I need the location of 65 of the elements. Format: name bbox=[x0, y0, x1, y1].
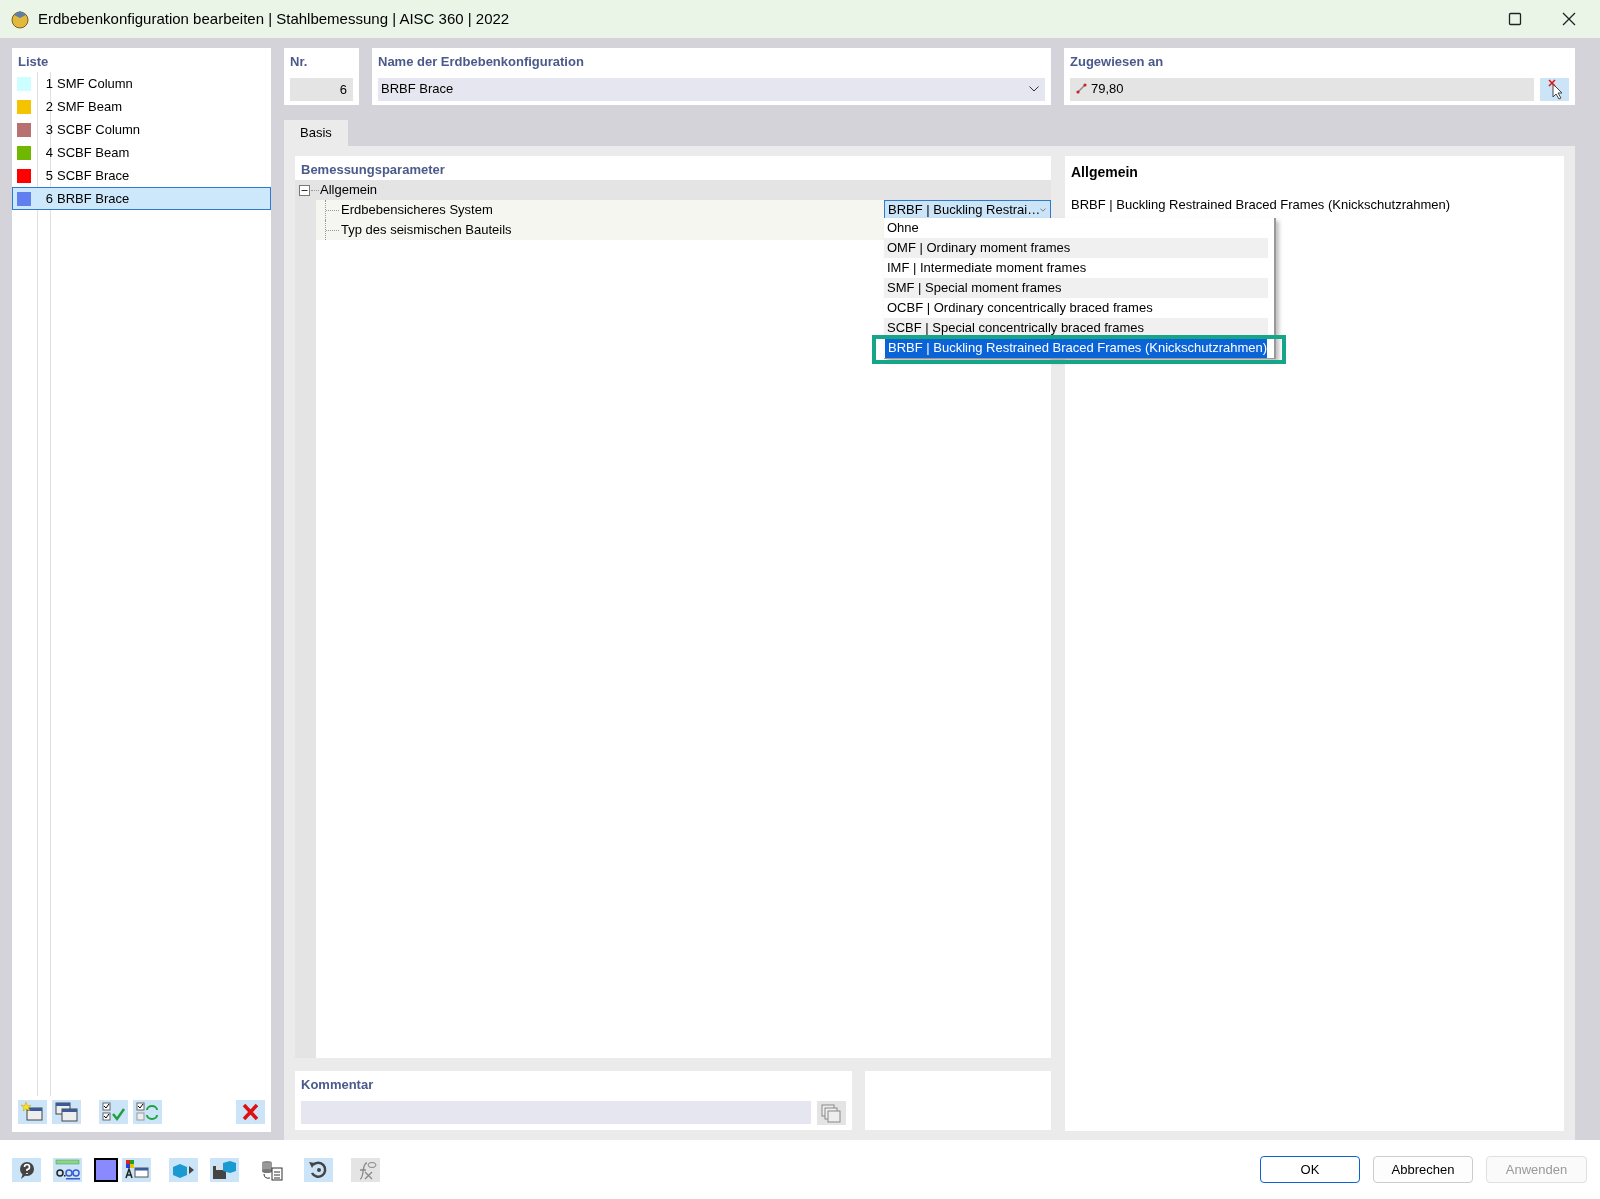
dropdown-option[interactable]: SCBF | Special concentrically braced frames bbox=[884, 318, 1269, 338]
list-item[interactable]: 1 SMF Column bbox=[12, 72, 271, 95]
item-label: SMF Beam bbox=[57, 97, 122, 116]
new-window-icon[interactable] bbox=[18, 1100, 47, 1124]
info-text: BRBF | Buckling Restrained Braced Frames (Knickschutzrahmen) bbox=[1071, 196, 1451, 214]
reset-icon[interactable] bbox=[304, 1157, 333, 1182]
window-title: Erdbebenkonfiguration bearbeiten | Stahlbemessung | AISC 360 | 2022 bbox=[38, 8, 510, 29]
item-label: SCBF Brace bbox=[57, 166, 130, 185]
parameter-label: Typ des seismischen Bauteils bbox=[341, 221, 512, 240]
help-icon[interactable] bbox=[12, 1157, 41, 1182]
formula-icon[interactable] bbox=[351, 1157, 380, 1182]
list-item[interactable]: 3 SCBF Column bbox=[12, 118, 271, 141]
list-item[interactable]: 2 SMF Beam bbox=[12, 95, 271, 118]
chevron-down-icon bbox=[1029, 86, 1039, 92]
item-label: SCBF Beam bbox=[57, 143, 130, 162]
item-label: SMF Column bbox=[57, 74, 133, 93]
chevron-down-icon bbox=[1040, 207, 1046, 213]
dropdown-option[interactable]: SMF | Special moment frames bbox=[884, 278, 1269, 298]
app-icon bbox=[10, 9, 30, 29]
dropdown-option[interactable]: Ohne bbox=[884, 218, 1269, 238]
group-label: Allgemein bbox=[320, 181, 378, 200]
copy-icon[interactable] bbox=[817, 1100, 846, 1125]
color-text-icon[interactable] bbox=[122, 1157, 151, 1182]
dropdown-option[interactable]: BRBF | Buckling Restrained Braced Frames (Knickschutzrahmen) bbox=[885, 338, 1268, 358]
dialog-button[interactable]: OK bbox=[1260, 1156, 1360, 1183]
color-swatch[interactable] bbox=[94, 1157, 118, 1182]
item-label: BRBF Brace bbox=[57, 189, 130, 208]
number-field[interactable]: 6 bbox=[290, 77, 353, 101]
name-dropdown[interactable]: BRBF Brace bbox=[378, 77, 1045, 101]
item-number: 2 bbox=[44, 97, 53, 116]
check-all-icon[interactable] bbox=[99, 1100, 128, 1124]
number-format-icon[interactable] bbox=[53, 1157, 82, 1182]
delete-icon[interactable] bbox=[236, 1100, 265, 1124]
field-label: Nr. bbox=[290, 53, 308, 71]
panel-heading: Bemessungsparameter bbox=[300, 161, 445, 179]
item-number: 4 bbox=[44, 143, 53, 162]
tab[interactable]: Basis bbox=[284, 120, 348, 146]
field-label: Zugewiesen an bbox=[1070, 53, 1164, 71]
item-number: 3 bbox=[44, 120, 53, 139]
item-number: 1 bbox=[44, 74, 53, 93]
info-heading: Allgemein bbox=[1071, 163, 1138, 182]
item-number: 6 bbox=[44, 189, 53, 208]
value-dropdown[interactable]: BRBF | Buckling Restrai… bbox=[884, 200, 1051, 220]
list-item[interactable]: 4 SCBF Beam bbox=[12, 141, 271, 164]
collapse-icon[interactable] bbox=[299, 184, 310, 196]
field-label: Name der Erdbebenkonfiguration bbox=[378, 53, 584, 71]
export-icon[interactable] bbox=[169, 1157, 198, 1182]
toggle-check-icon[interactable] bbox=[133, 1100, 162, 1124]
list-item[interactable]: 6 BRBF Brace bbox=[12, 187, 271, 210]
list-item[interactable]: 5 SCBF Brace bbox=[12, 164, 271, 187]
maximize-icon[interactable] bbox=[1508, 12, 1522, 26]
select-cursor-icon[interactable] bbox=[1540, 77, 1569, 101]
panel-heading: Liste bbox=[17, 53, 49, 71]
copy-window-icon[interactable] bbox=[52, 1100, 81, 1124]
item-number: 5 bbox=[44, 166, 53, 185]
dropdown-option[interactable]: OMF | Ordinary moment frames bbox=[884, 238, 1269, 258]
field-label: Kommentar bbox=[301, 1076, 374, 1094]
item-label: SCBF Column bbox=[57, 120, 141, 139]
dialog-button[interactable]: Abbrechen bbox=[1373, 1156, 1473, 1183]
comment-field[interactable] bbox=[301, 1100, 811, 1124]
parameter-label: Erdbebensicheres System bbox=[341, 201, 493, 220]
member-icon bbox=[1076, 83, 1088, 95]
close-icon[interactable] bbox=[1562, 12, 1576, 26]
assigned-field[interactable]: 79,80 bbox=[1070, 77, 1534, 101]
save-icon[interactable] bbox=[210, 1157, 239, 1182]
